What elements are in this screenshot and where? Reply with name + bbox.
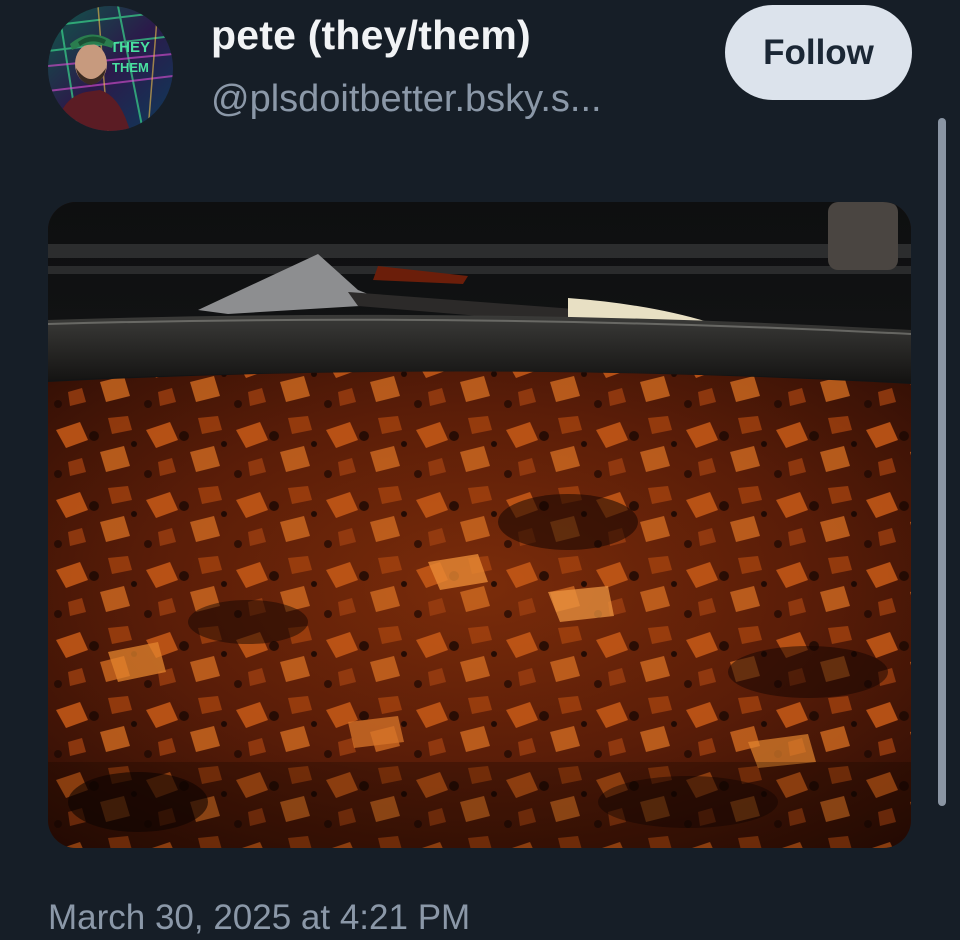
scrollbar[interactable] bbox=[938, 118, 946, 806]
avatar-image: THEY THEM bbox=[48, 6, 173, 131]
svg-text:THEM: THEM bbox=[112, 60, 149, 75]
post-image[interactable] bbox=[48, 202, 911, 848]
author-avatar[interactable]: THEY THEM bbox=[48, 6, 173, 131]
author-handle[interactable]: @plsdoitbetter.bsky.s... bbox=[211, 78, 681, 121]
follow-button[interactable]: Follow bbox=[725, 5, 912, 100]
post-timestamp: March 30, 2025 at 4:21 PM bbox=[48, 898, 471, 937]
author-display-name[interactable]: pete (they/them) bbox=[211, 12, 531, 59]
svg-text:THEY: THEY bbox=[110, 39, 150, 56]
food-photo bbox=[48, 202, 911, 848]
